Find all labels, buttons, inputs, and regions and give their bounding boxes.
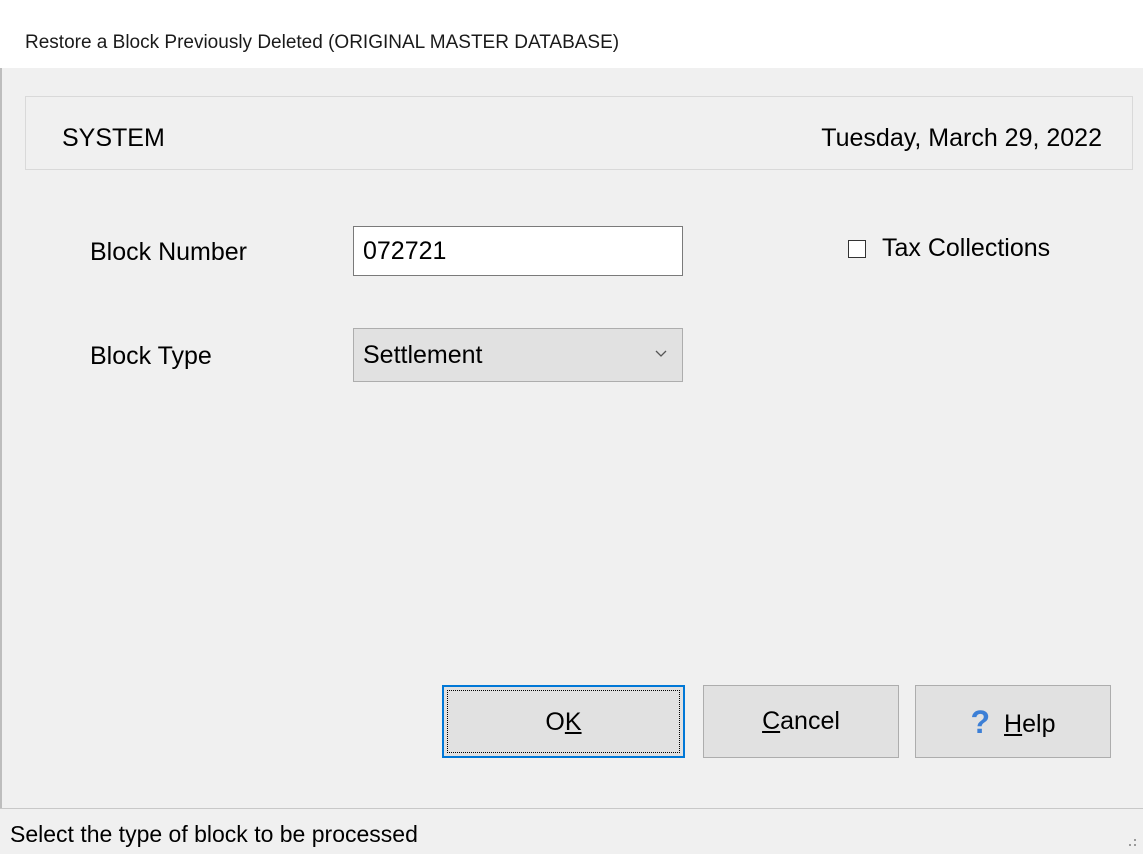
block-number-label: Block Number bbox=[90, 238, 247, 266]
resize-grip-icon[interactable] bbox=[1125, 836, 1137, 848]
help-button[interactable]: ? Help bbox=[915, 685, 1111, 758]
header-date: Tuesday, March 29, 2022 bbox=[821, 124, 1102, 152]
block-type-select[interactable]: Settlement bbox=[353, 328, 683, 382]
header-panel: SYSTEM Tuesday, March 29, 2022 bbox=[25, 96, 1133, 170]
status-bar: Select the type of block to be processed bbox=[0, 808, 1143, 854]
window-title: Restore a Block Previously Deleted (ORIG… bbox=[25, 32, 620, 53]
cancel-button[interactable]: Cancel bbox=[703, 685, 899, 758]
ok-button[interactable]: OK bbox=[442, 685, 685, 758]
title-bar: Restore a Block Previously Deleted (ORIG… bbox=[0, 0, 1143, 68]
tax-collections-label[interactable]: Tax Collections bbox=[882, 234, 1050, 263]
block-number-input[interactable]: 072721 bbox=[353, 226, 683, 276]
cancel-label-post: ancel bbox=[780, 707, 840, 735]
block-type-value: Settlement bbox=[363, 341, 483, 369]
chevron-down-icon bbox=[655, 350, 667, 357]
help-icon: ? bbox=[970, 704, 991, 740]
help-label-accel: H bbox=[1004, 710, 1023, 738]
window-left-edge bbox=[0, 68, 2, 808]
cancel-label-accel: C bbox=[762, 707, 781, 735]
ok-label-accel: K bbox=[564, 708, 582, 736]
header-system-label: SYSTEM bbox=[62, 124, 165, 152]
block-type-label: Block Type bbox=[90, 342, 212, 370]
ok-label-pre: O bbox=[545, 708, 565, 736]
status-text: Select the type of block to be processed bbox=[10, 821, 418, 847]
help-label-post: elp bbox=[1022, 710, 1056, 738]
checkbox-box[interactable] bbox=[848, 240, 866, 258]
